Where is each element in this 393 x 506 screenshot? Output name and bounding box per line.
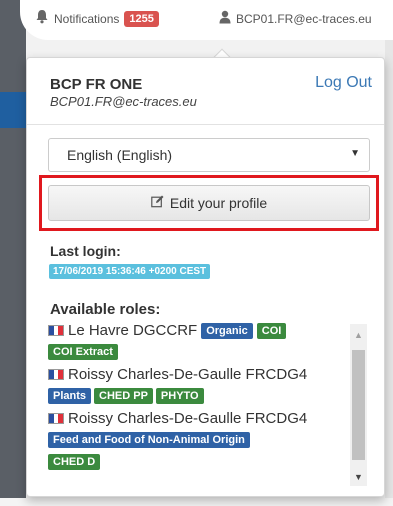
language-select[interactable]: English (English) ▼ [48, 138, 370, 172]
role-tag-row: Plants CHED PP PHYTO [48, 388, 204, 404]
role-item[interactable]: Roissy Charles-De-Gaulle FRCDG4 [48, 410, 307, 427]
last-login-value: 17/06/2019 15:36:46 +0200 CEST [49, 264, 211, 279]
language-select-value: English (English) [67, 147, 173, 163]
roles-scrollbar[interactable]: ▲ ▼ [350, 324, 367, 486]
role-item[interactable]: Le Havre DGCCRF Organic COI [48, 322, 287, 339]
user-dropdown-panel: BCP FR ONE BCP01.FR@ec-traces.eu Log Out… [26, 57, 385, 497]
user-menu-toggle[interactable]: BCP01.FR@ec-traces.eu [219, 8, 372, 30]
role-tag: Feed and Food of Non-Animal Origin [48, 432, 250, 448]
role-tag: COI [256, 322, 287, 339]
notifications-count-badge: 1255 [124, 11, 159, 27]
scroll-up-icon[interactable]: ▲ [354, 330, 363, 340]
bell-icon [35, 9, 49, 29]
background-sidebar [0, 0, 26, 506]
background-edge [385, 0, 393, 506]
notifications-link[interactable]: Notifications 1255 [35, 8, 159, 30]
edit-profile-button[interactable]: Edit your profile [48, 185, 370, 221]
france-flag-icon [48, 325, 64, 336]
role-item[interactable]: Roissy Charles-De-Gaulle FRCDG4 [48, 366, 307, 383]
roles-list: Le Havre DGCCRF Organic COI COI Extract … [48, 320, 348, 490]
role-tag: CHED PP [94, 388, 153, 404]
scroll-down-icon[interactable]: ▼ [354, 472, 363, 482]
user-display-name: BCP FR ONE [50, 76, 143, 93]
role-tag: Organic [201, 322, 253, 339]
france-flag-icon [48, 369, 64, 380]
background-accent-bar [0, 92, 26, 128]
logout-link[interactable]: Log Out [315, 74, 372, 92]
pencil-square-icon [151, 195, 164, 211]
caret-down-icon: ▼ [350, 148, 360, 159]
role-tag: COI Extract [48, 344, 118, 360]
available-roles-label: Available roles: [50, 301, 161, 318]
role-tag: Plants [48, 388, 92, 404]
france-flag-icon [48, 413, 64, 424]
notifications-label: Notifications [54, 12, 120, 26]
user-icon [219, 10, 231, 29]
edit-profile-label: Edit your profile [169, 195, 268, 211]
last-login-label: Last login: [50, 243, 121, 259]
background-footer [0, 498, 393, 506]
role-tag-row: COI Extract [48, 344, 118, 360]
role-name: Le Havre DGCCRF [68, 322, 198, 339]
role-tag-row: CHED D [48, 454, 101, 470]
user-email: BCP01.FR@ec-traces.eu [50, 94, 197, 109]
scrollbar-thumb[interactable] [352, 350, 365, 460]
user-email-label: BCP01.FR@ec-traces.eu [236, 12, 372, 26]
role-tag: PHYTO [155, 388, 204, 404]
role-name: Roissy Charles-De-Gaulle FRCDG4 [68, 366, 308, 383]
role-tag-row: Feed and Food of Non-Animal Origin [48, 432, 250, 448]
top-navbar: Notifications 1255 BCP01.FR@ec-traces.eu [20, 0, 393, 40]
role-name: Roissy Charles-De-Gaulle FRCDG4 [68, 410, 308, 427]
role-tag: CHED D [48, 454, 101, 470]
divider [27, 124, 384, 125]
